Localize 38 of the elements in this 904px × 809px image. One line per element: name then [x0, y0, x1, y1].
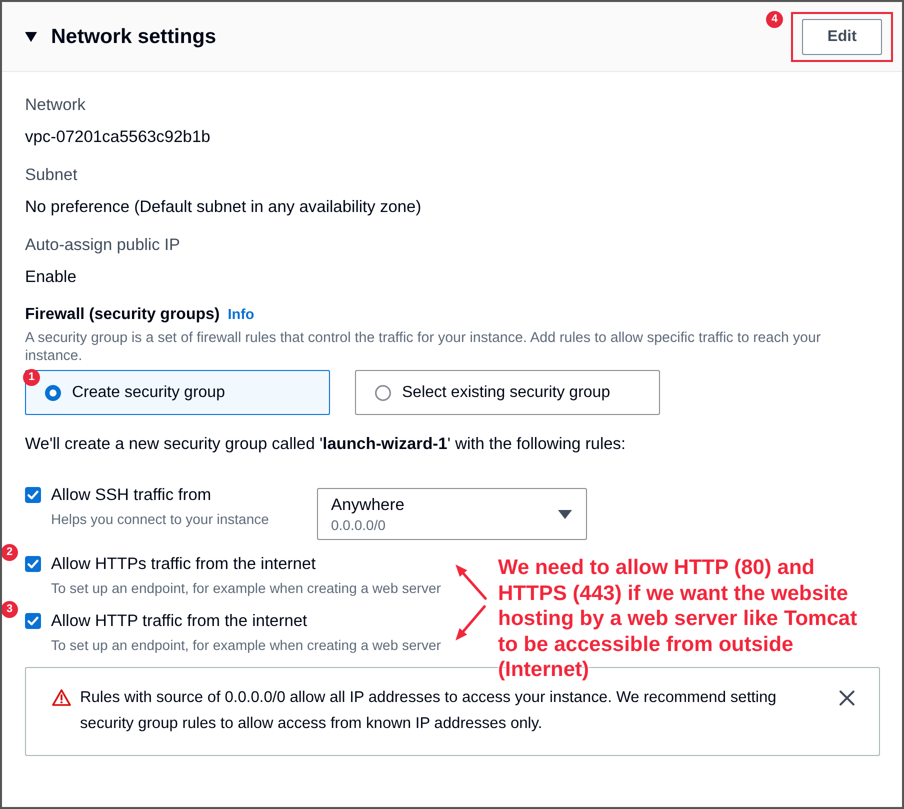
dropdown-caret-icon — [558, 510, 572, 518]
rule-label: Allow HTTPs traffic from the internet — [51, 554, 317, 575]
field-value: vpc-07201ca5563c92b1b — [25, 127, 212, 148]
rule-hint: To set up an endpoint, for example when creating a web server — [51, 579, 441, 597]
panel-title: Network settings — [51, 26, 216, 48]
close-button[interactable] — [839, 690, 855, 706]
rule-hint: Helps you connect to your instance — [51, 510, 269, 528]
edit-button[interactable]: Edit — [802, 18, 882, 54]
rule-label: Allow SSH traffic from — [51, 485, 212, 506]
field-label: Auto-assign public IP — [25, 235, 182, 256]
field-label: Network — [25, 95, 87, 116]
radio-icon — [45, 384, 61, 400]
rules-intro: We'll create a new security group called 'launch-wizard-1' with the following rules: — [25, 434, 627, 455]
rule-label: Allow HTTP traffic from the internet — [51, 611, 308, 632]
close-icon — [839, 690, 855, 706]
alert-text: Rules with source of 0.0.0.0/0 allow all IP addresses to access your instance. We recommend setting security group rules to allow access from known IP addresses only. — [80, 688, 778, 734]
step-marker: 1 — [23, 369, 40, 386]
field-value: No preference (Default subnet in any availability zone) — [25, 197, 422, 218]
step-marker: 4 — [766, 10, 783, 28]
section-label: Firewall (security groups) — [25, 305, 220, 325]
radio-option[interactable]: Select existing security group — [355, 370, 660, 415]
warning-icon — [52, 689, 71, 706]
info-link[interactable]: Info — [228, 304, 254, 326]
field-value: Enable — [25, 267, 78, 288]
section-description: A security group is a set of firewall rules that control the traffic for your instance. Add rules to allow specific traffic to reach your instance. — [25, 329, 822, 365]
caret-icon[interactable] — [25, 32, 37, 42]
field-label: Subnet — [25, 165, 78, 186]
rule-hint: To set up an endpoint, for example when creating a web server — [51, 636, 441, 654]
step-marker: 2 — [2, 544, 18, 561]
checkbox[interactable] — [25, 556, 41, 572]
checkbox[interactable] — [25, 487, 41, 503]
arrow-icon — [454, 604, 486, 642]
source-select[interactable]: Anywhere 0.0.0.0/0 — [317, 488, 587, 540]
step-marker: 3 — [2, 601, 18, 618]
annotation-note: We need to allow HTTP (80) and HTTPS (443) if we want the website hosting by a web server like Tomcat to be accessible from outside (Internet) — [498, 555, 858, 682]
radio-icon — [375, 384, 391, 400]
checkbox[interactable] — [25, 613, 41, 629]
arrow-icon — [454, 562, 486, 600]
